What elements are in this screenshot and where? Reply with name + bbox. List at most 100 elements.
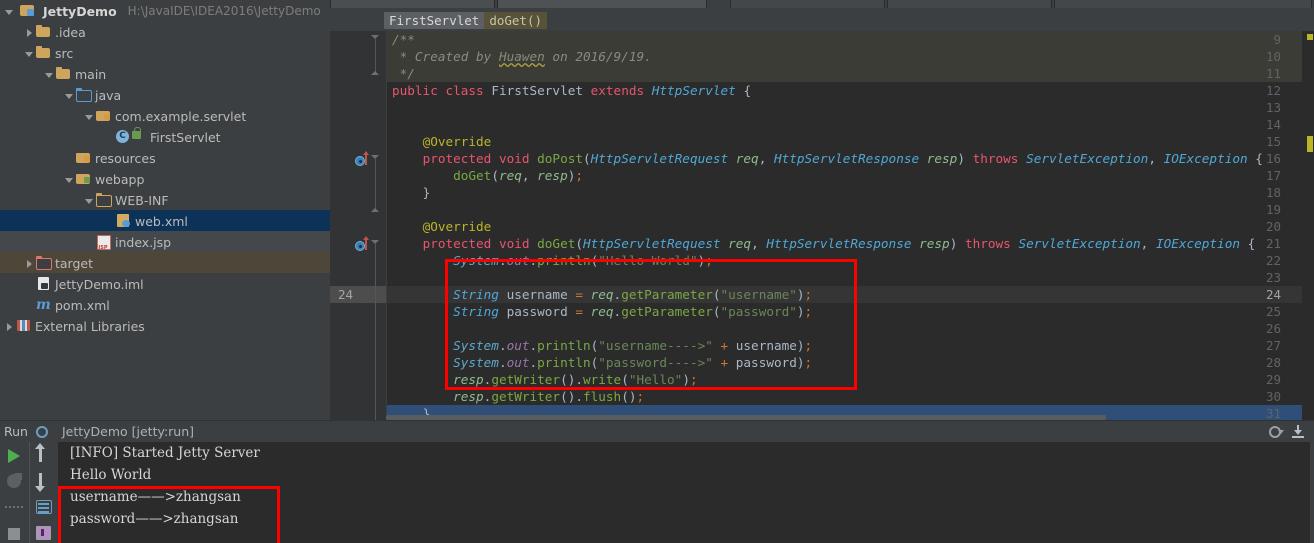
fold-end-icon[interactable] [371,71,380,76]
tree-item-external-libraries[interactable]: External Libraries [0,315,330,336]
toolbar-segment[interactable] [497,0,707,8]
java-class-icon: C [116,127,146,143]
code-line-14[interactable] [386,116,392,133]
line-number-gutter[interactable]: 24 [330,31,386,420]
project-tool-window[interactable]: JettyDemo H:\JavaIDE\IDEA2016\JettyDemo … [0,0,330,420]
console-line: Hello World [70,467,152,483]
run-panel-header: Run JettyDemo [jetty:run] [0,421,1314,442]
chevron-down-icon[interactable] [64,90,75,101]
code-line-30[interactable]: resp.getWriter().flush(); [386,388,644,405]
tree-item-com-example-servlet[interactable]: com.example.servlet [0,105,330,126]
code-line-15[interactable]: @Override [386,133,492,150]
gear-icon[interactable] [35,425,49,439]
code-editor[interactable]: 24 9 10 11 12 13 14 15 16 17 18 19 20 21 22 23 24 25 26 27… [330,31,1314,420]
idea-window: JettyDemo H:\JavaIDE\IDEA2016\JettyDemo … [0,0,1314,543]
folder-icon [36,46,51,59]
warning-marker[interactable] [1307,136,1313,152]
code-line-23[interactable] [386,269,392,286]
package-icon [96,109,111,122]
chevron-down-icon[interactable] [44,69,55,80]
toolbar-segment[interactable] [1054,0,1312,8]
tree-item-resources[interactable]: resources [0,147,330,168]
code-line-24[interactable]: String username = req.getParameter("user… [386,286,812,303]
code-line-20[interactable]: @Override [386,218,492,235]
project-tree[interactable]: .idea src main java com.example.servlet C Firs… [0,21,330,336]
tree-root-jettydemo[interactable]: JettyDemo H:\JavaIDE\IDEA2016\JettyDemo [0,0,330,21]
toolbar-segment[interactable] [730,0,885,8]
tree-item-pom-xml[interactable]: pom.xml [0,294,330,316]
chevron-down-icon[interactable] [4,6,15,17]
code-line-25[interactable]: String password = req.getParameter("pass… [386,303,812,320]
code-line-21[interactable]: protected void doGet(HttpServletRequest … [386,235,1256,252]
console-line: [INFO] Started Jetty Server [70,445,260,461]
code-line-28[interactable]: System.out.println("password---->" + pas… [386,354,812,371]
tree-item-firstservlet[interactable]: C FirstServlet [0,126,330,147]
rerun-button[interactable] [0,442,28,468]
settings-gear-button[interactable] [1264,421,1285,442]
tree-item-label: target [55,256,94,271]
override-marker-icon[interactable] [355,151,375,168]
chevron-right-icon[interactable] [24,27,35,38]
chevron-down-icon[interactable] [64,174,75,185]
code-line-26[interactable] [386,320,392,337]
code-line-27[interactable]: System.out.println("username---->" + use… [386,337,812,354]
tree-item-index-jsp[interactable]: index.jsp [0,231,330,259]
tree-item-web-inf[interactable]: WEB-INF [0,189,330,210]
toolbar-segment[interactable] [330,0,495,8]
toolbar-segment[interactable] [887,0,1052,8]
editor-area[interactable]: FirstServlet doGet() 24 9 10 11 12 13 14 15 16 17… [330,9,1314,420]
down-button[interactable] [30,468,58,494]
up-button[interactable] [30,442,58,468]
tree-item-target[interactable]: target [0,252,330,273]
override-marker-icon[interactable] [355,236,375,253]
code-line-29[interactable]: resp.getWriter().write("Hello"); [386,371,697,388]
tree-item--idea[interactable]: .idea [0,21,330,42]
export-button[interactable] [1288,421,1308,442]
marker-gutter[interactable] [1302,31,1314,420]
code-line-22[interactable]: System.out.println("Hello World"); [386,252,713,269]
tree-item-main[interactable]: main [0,63,330,84]
resume-button[interactable] [0,468,28,494]
soft-wrap-button[interactable] [30,494,58,520]
run-configuration-name[interactable]: JettyDemo [jetty:run] [62,424,194,439]
code-line-9[interactable]: /** [386,31,415,48]
run-actions-column-left[interactable] [0,442,28,543]
print-button[interactable] [30,520,58,543]
maven-file-icon [36,295,51,316]
code-line-10[interactable]: * Created by Huawen on 2016/9/19. [386,48,652,65]
code-line-18[interactable]: } [386,184,431,201]
tree-item-src[interactable]: src [0,42,330,63]
code-line-16[interactable]: protected void doPost(HttpServletRequest… [386,150,1263,167]
code-text[interactable]: /** * Created by Huawen on 2016/9/19. */… [386,31,1314,420]
code-line-17[interactable]: doGet(req, resp); [386,167,583,184]
folder-icon [96,193,112,207]
breadcrumb-class[interactable]: FirstServlet [384,12,485,29]
chevron-down-icon[interactable] [24,48,35,59]
chevron-right-icon[interactable] [24,258,35,269]
chevron-down-icon[interactable] [84,111,95,122]
run-actions-column-right[interactable] [29,442,57,543]
console-output[interactable]: [INFO] Started Jetty Server Hello World us… [58,442,1314,543]
fold-end-icon[interactable] [371,208,380,213]
tree-item-web-xml[interactable]: web.xml [0,210,330,231]
run-panel-edge [1310,421,1314,543]
code-line-12[interactable]: public class FirstServlet extends HttpSe… [386,82,751,99]
warning-marker[interactable] [1307,34,1313,40]
tree-item-webapp[interactable]: webapp [0,168,330,189]
code-line-19[interactable] [386,201,392,218]
tree-item-label: java [95,88,122,103]
tree-item-label: JettyDemo.iml [55,277,144,292]
tree-item-jettydemo-iml[interactable]: JettyDemo.iml [0,273,330,294]
console-line: password——>zhangsan [70,511,239,527]
run-header-tools[interactable] [1264,421,1308,442]
chevron-right-icon[interactable] [4,321,15,332]
chevron-down-icon[interactable] [84,195,95,206]
breadcrumb-method[interactable]: doGet() [484,12,547,29]
run-tool-window[interactable]: Run JettyDemo [jetty:run] [INFO] Started… [0,420,1314,543]
code-line-11[interactable]: */ [386,65,415,82]
fold-collapse-icon[interactable] [371,35,380,40]
code-line-13[interactable] [386,99,392,116]
stop-button[interactable] [0,520,28,543]
tree-item-java[interactable]: java [0,84,330,105]
